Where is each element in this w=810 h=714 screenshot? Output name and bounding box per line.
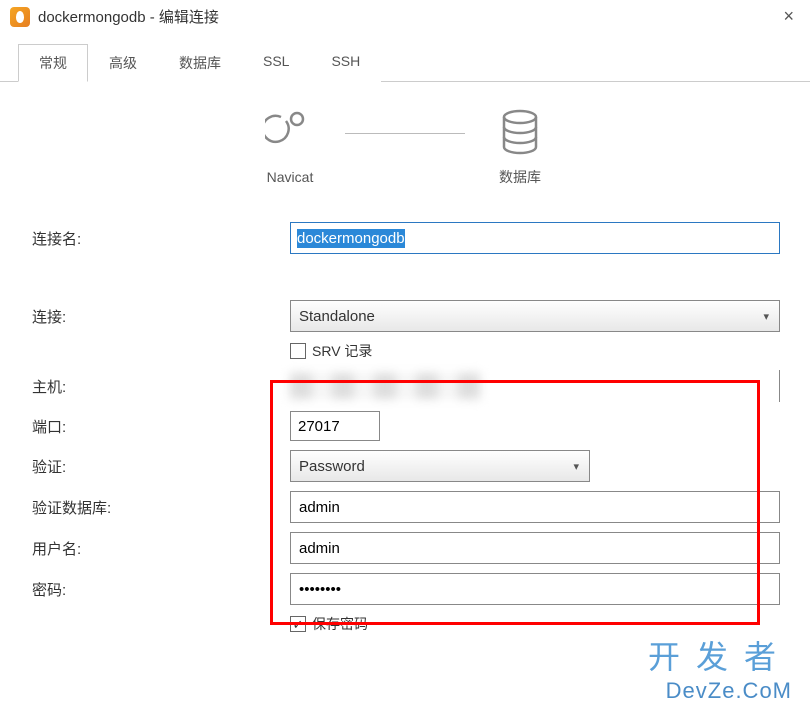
app-icon [10,7,30,27]
database-node: 数据库 [495,107,545,187]
connection-select[interactable]: Standalone ▾ [290,300,780,332]
navicat-label: Navicat [267,169,314,185]
row-authdb: 验证数据库: [30,491,780,523]
label-authdb: 验证数据库: [30,497,290,518]
row-password: 密码: [30,573,780,605]
label-password: 密码: [30,579,290,600]
chevron-down-icon: ▾ [573,460,579,473]
database-label: 数据库 [499,167,541,187]
watermark-en: DevZe.CoM [648,678,792,704]
connection-select-value: Standalone [299,308,375,325]
host-input[interactable] [290,370,780,402]
label-port: 端口: [30,416,290,437]
chevron-down-icon: ▾ [763,310,769,323]
close-icon[interactable]: × [777,6,800,27]
database-icon [495,107,545,157]
save-password-checkbox[interactable] [290,616,306,632]
navicat-node: Navicat [265,109,315,185]
connection-name-value: dockermongodb [297,229,405,248]
auth-select-value: Password [299,458,365,475]
row-save-password: 保存密码 [30,614,780,634]
content: Navicat 数据库 连接名: dockermongodb [0,82,810,664]
tab-ssl[interactable]: SSL [242,44,310,82]
tab-general[interactable]: 常规 [18,44,88,82]
tab-database[interactable]: 数据库 [158,44,242,82]
port-input[interactable] [290,411,380,441]
form: 连接名: dockermongodb 连接: Standalone ▾ [30,222,780,634]
authdb-input[interactable] [290,491,780,523]
srv-label: SRV 记录 [312,341,372,361]
label-connection-name: 连接名: [30,228,290,249]
label-auth: 验证: [30,456,290,477]
navicat-icon [265,109,315,159]
tab-ssh[interactable]: SSH [310,44,381,82]
username-input[interactable] [290,532,780,564]
label-connection: 连接: [30,306,290,327]
save-password-label: 保存密码 [312,614,368,634]
tabs: 常规 高级 数据库 SSL SSH [0,43,810,82]
row-connection: 连接: Standalone ▾ [30,300,780,332]
row-host: 主机: [30,370,780,402]
password-input[interactable] [290,573,780,605]
tab-advanced[interactable]: 高级 [88,44,158,82]
row-auth: 验证: Password ▾ [30,450,780,482]
row-username: 用户名: [30,532,780,564]
connection-name-input[interactable]: dockermongodb [290,222,780,254]
title-bar: dockermongodb - 编辑连接 × [0,0,810,33]
label-username: 用户名: [30,538,290,559]
auth-select[interactable]: Password ▾ [290,450,590,482]
connection-diagram: Navicat 数据库 [30,107,780,187]
srv-checkbox[interactable] [290,343,306,359]
row-srv: SRV 记录 [30,341,780,361]
row-port: 端口: [30,411,780,441]
label-host: 主机: [30,376,290,397]
diagram-line [345,133,465,134]
window-title: dockermongodb - 编辑连接 [38,6,219,27]
row-connection-name: 连接名: dockermongodb [30,222,780,254]
